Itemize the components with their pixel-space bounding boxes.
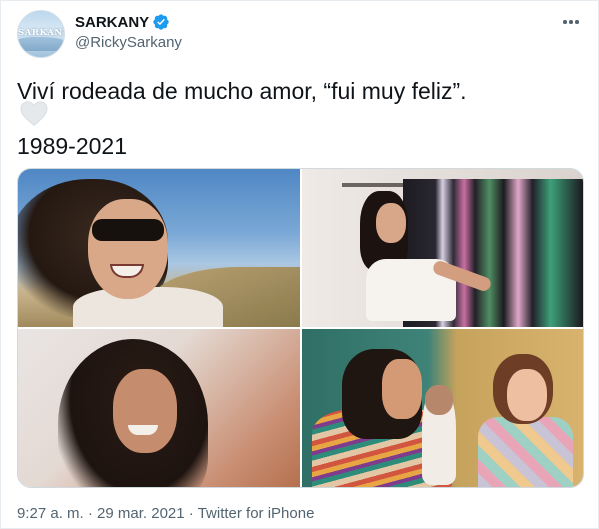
more-options-icon[interactable]	[561, 12, 581, 32]
photo-beach[interactable]	[18, 169, 300, 327]
meta-separator: ·	[188, 505, 194, 522]
tweet-time[interactable]: 9:27 a. m.	[17, 505, 84, 522]
tweet-metadata: 9:27 a. m. · 29 mar. 2021 · Twitter for …	[17, 505, 314, 522]
tweet-source[interactable]: Twitter for iPhone	[198, 505, 315, 522]
tweet-date[interactable]: 29 mar. 2021	[97, 505, 185, 522]
white-heart-icon	[20, 101, 48, 127]
avatar-logo-text: SARKANY	[18, 28, 65, 38]
photo-grid	[17, 168, 584, 488]
photo-closet[interactable]	[301, 169, 583, 327]
tweet-text: Viví rodeada de mucho amor, “fui muy fel…	[17, 78, 467, 104]
photo-paintings[interactable]	[301, 329, 583, 487]
tweet-header: SARKANY SARKANY @RickySarkany	[17, 10, 587, 58]
author-handle[interactable]: @RickySarkany	[75, 34, 182, 51]
display-name-row: SARKANY	[75, 12, 182, 32]
display-name[interactable]: SARKANY	[75, 14, 149, 31]
verified-badge-icon	[152, 13, 170, 31]
meta-separator: ·	[87, 505, 93, 522]
avatar-wave-graphic	[18, 37, 64, 51]
avatar[interactable]: SARKANY	[17, 10, 65, 58]
tweet-years-text: 1989-2021	[17, 133, 127, 159]
author-info: SARKANY @RickySarkany	[75, 12, 182, 52]
photo-portrait[interactable]	[18, 329, 300, 487]
tweet-card: SARKANY SARKANY @RickySarkany Viví rodea…	[0, 0, 599, 529]
